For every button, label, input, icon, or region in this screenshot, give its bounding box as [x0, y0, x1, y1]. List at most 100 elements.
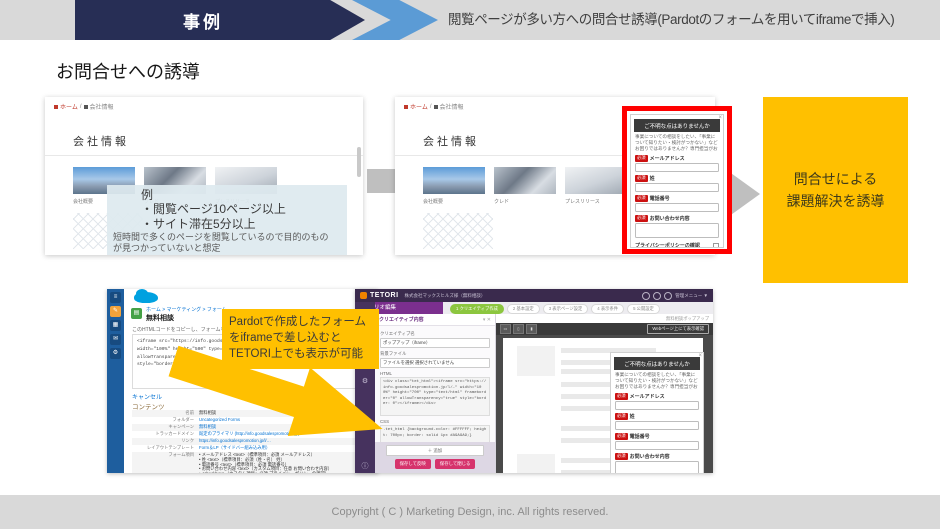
add-button[interactable]: ＋ 追加 [386, 445, 484, 456]
user-icon[interactable] [664, 292, 672, 300]
css-code-area[interactable]: .tet_html {background-color: #FFFFFF; he… [380, 425, 490, 443]
salesforce-logo [134, 292, 158, 303]
image-placeholder [517, 454, 555, 473]
message-field-group: 必須お問い合わせ内容 [635, 215, 719, 239]
cancel-link[interactable]: キャンセル [132, 392, 162, 401]
step-tab-creative[interactable]: 1 クリエイティブ作成 [450, 304, 504, 314]
callout-box: Pardotで作成したフォーム をiframeで差し込むと TETORI上でも表… [222, 309, 379, 369]
required-badge: 必須 [615, 453, 628, 460]
phone-field[interactable] [615, 441, 699, 450]
tetori-logo-icon [360, 292, 367, 299]
step-tab-pages[interactable]: 3 表示ページ設定 [543, 304, 589, 314]
panel-footer: ＋ 追加 保存して反映 保存して閉じる [375, 442, 495, 473]
page-ref-label: 無料相談ポップアップ [666, 316, 709, 322]
form-item-list: メールアドレス <text>（標準項目：必須 メールアドレス） 姓 <text>… [199, 453, 366, 473]
panel-title: クリエイティブ内容 [379, 316, 424, 323]
phone-field[interactable] [635, 203, 719, 212]
account-menu[interactable]: 管理メニュー ▼ [675, 293, 708, 299]
info-icon[interactable]: ⓘ [355, 463, 375, 470]
form-intro: 事業についての相談をしたい、「事業について知りたい・検討がつかない」などお困りで… [615, 372, 699, 390]
creative-name-input[interactable]: ポップアップ（iframe） [380, 338, 490, 348]
panel-header-icons[interactable]: ▾ ✕ [483, 317, 491, 323]
step-tab-conditions[interactable]: 4 表示条件 [591, 304, 624, 314]
privacy-row: プライバシーポリシーの確認 [635, 242, 719, 248]
preview-canvas: × ご不明な点はありませんか 事業についての相談をしたい、「事業について知りたい… [496, 335, 713, 473]
connector-block [367, 169, 396, 193]
tablet-icon[interactable]: ▯ [513, 324, 524, 334]
breadcrumb: ホーム / 会社情報 [54, 102, 114, 111]
page-icon [84, 105, 88, 109]
required-badge: 必須 [615, 393, 628, 400]
mobile-icon[interactable]: ▮ [526, 324, 537, 334]
edit-icon[interactable]: ✎ [110, 306, 121, 317]
divider [45, 155, 363, 156]
home-icon [404, 105, 408, 109]
privacy-checkbox[interactable] [713, 243, 719, 249]
tetori-client: 株式会社マックスヒルズ様（無料相談） [405, 293, 486, 299]
save-apply-button[interactable]: 保存して反映 [395, 459, 431, 469]
help-icon[interactable] [642, 292, 650, 300]
tetori-brand: TETORI [370, 292, 399, 299]
decorative-pattern [423, 213, 493, 249]
email-field[interactable] [635, 163, 719, 172]
close-icon[interactable]: × [698, 353, 702, 359]
email-field[interactable] [615, 401, 699, 410]
case-badge-label: 事例 [183, 8, 223, 33]
settings-icon[interactable]: ⚙ [362, 378, 368, 385]
desktop-icon[interactable]: ▭ [500, 324, 511, 334]
page-title: 会社情報 [423, 133, 479, 149]
page-icon [434, 105, 438, 109]
form-title: ご不明な点はありませんか [634, 119, 720, 132]
website-screenshot-before: ホーム / 会社情報 会社情報 会社概要 クレド プレスリリース 例 ・閲覧ペー… [45, 97, 363, 255]
case-badge: 事例 [75, 0, 365, 40]
highlight-red-frame: × ご不明な点はありませんか 事業についての相談をしたい、「事業について知りたい… [622, 106, 732, 254]
mail-icon[interactable]: ✉ [110, 334, 121, 345]
tetori-form-preview: × ご不明な点はありませんか 事業についての相談をしたい、「事業について知りたい… [610, 352, 704, 473]
email-field-group: 必須メールアドレス [635, 155, 719, 173]
thumbnail-credo[interactable] [494, 167, 556, 194]
pardot-breadcrumb[interactable]: ホーム > マーケティング > フォーム [146, 306, 227, 313]
message-field[interactable] [635, 223, 719, 238]
css-label: CSS [380, 419, 490, 424]
lastname-field[interactable] [615, 421, 699, 430]
preview-toolbar: ▭ ▯ ▮ Webページ上にて表示確認 [496, 323, 713, 335]
tetori-topbar: TETORI 株式会社マックスヒルズ様（無料相談） 管理メニュー ▼ [355, 289, 713, 302]
tetori-screenshot: TETORI 株式会社マックスヒルズ様（無料相談） 管理メニュー ▼ シナリオ編… [355, 289, 713, 473]
page-title: 会社情報 [73, 133, 129, 149]
table-row: リンク https://info.goodsalespromotion.jp/l… [132, 438, 366, 445]
save-close-button[interactable]: 保存して閉じる [435, 459, 476, 469]
creative-settings-panel: クリエイティブ内容 ▾ ✕ クリエイティブ名 ポップアップ（iframe） 背景… [375, 314, 496, 473]
settings-icon[interactable]: ⚙ [110, 348, 121, 359]
form-title: ご不明な点はありませんか [614, 357, 700, 370]
preview-header-strip: 無料相談ポップアップ [496, 314, 713, 323]
html-code-area[interactable]: <div class="tet_html"><iframe src="https… [380, 377, 490, 416]
lastname-field-group: 必須姓 [635, 175, 719, 193]
required-badge: 必須 [635, 215, 648, 222]
background-file-input[interactable]: ファイルを選択 選択されていません [380, 358, 490, 368]
message-field[interactable] [615, 461, 699, 473]
tetori-step-bar: シナリオ編集 1 クリエイティブ作成 2 基本設定 3 表示ページ設定 4 表示… [355, 302, 713, 314]
step-tab-publish[interactable]: 5 公開設定 [627, 304, 660, 314]
scrollbar[interactable] [357, 147, 361, 177]
form-intro: 事業についての相談をしたい、「事業について知りたい・検討がつかない」などお困りで… [635, 134, 719, 152]
preview-on-web-button[interactable]: Webページ上にて表示確認 [647, 324, 709, 334]
creative-name-label: クリエイティブ名 [380, 331, 490, 337]
thumbnail-press[interactable] [565, 167, 627, 194]
table-row: レイアウトテンプレート Form＆LP（サイドバー組み込み用） [132, 445, 366, 452]
required-badge: 必須 [615, 433, 628, 440]
menu-icon[interactable]: ≡ [110, 292, 121, 303]
section-title: お問合せへの誘導 [56, 58, 200, 84]
notification-icon[interactable] [653, 292, 661, 300]
breadcrumb: ホーム / 会社情報 [404, 102, 464, 111]
html-label: HTML [380, 371, 490, 376]
header-bar: 事例 閲覧ページが多い方への問合せ誘導(Pardotのフォームを用いてifram… [0, 0, 940, 40]
annotation-title: 例 [141, 188, 341, 202]
close-icon[interactable]: × [718, 115, 722, 121]
reports-icon[interactable]: ▦ [110, 320, 121, 331]
lastname-field[interactable] [635, 183, 719, 192]
thumbnail-company[interactable] [423, 167, 485, 194]
step-tab-basic[interactable]: 2 基本設定 [507, 304, 540, 314]
slide: 事例 閲覧ページが多い方への問合せ誘導(Pardotのフォームを用いてifram… [0, 0, 940, 529]
thumbnail-captions: 会社概要 クレド プレスリリース [423, 198, 627, 205]
image-placeholder [517, 346, 555, 376]
